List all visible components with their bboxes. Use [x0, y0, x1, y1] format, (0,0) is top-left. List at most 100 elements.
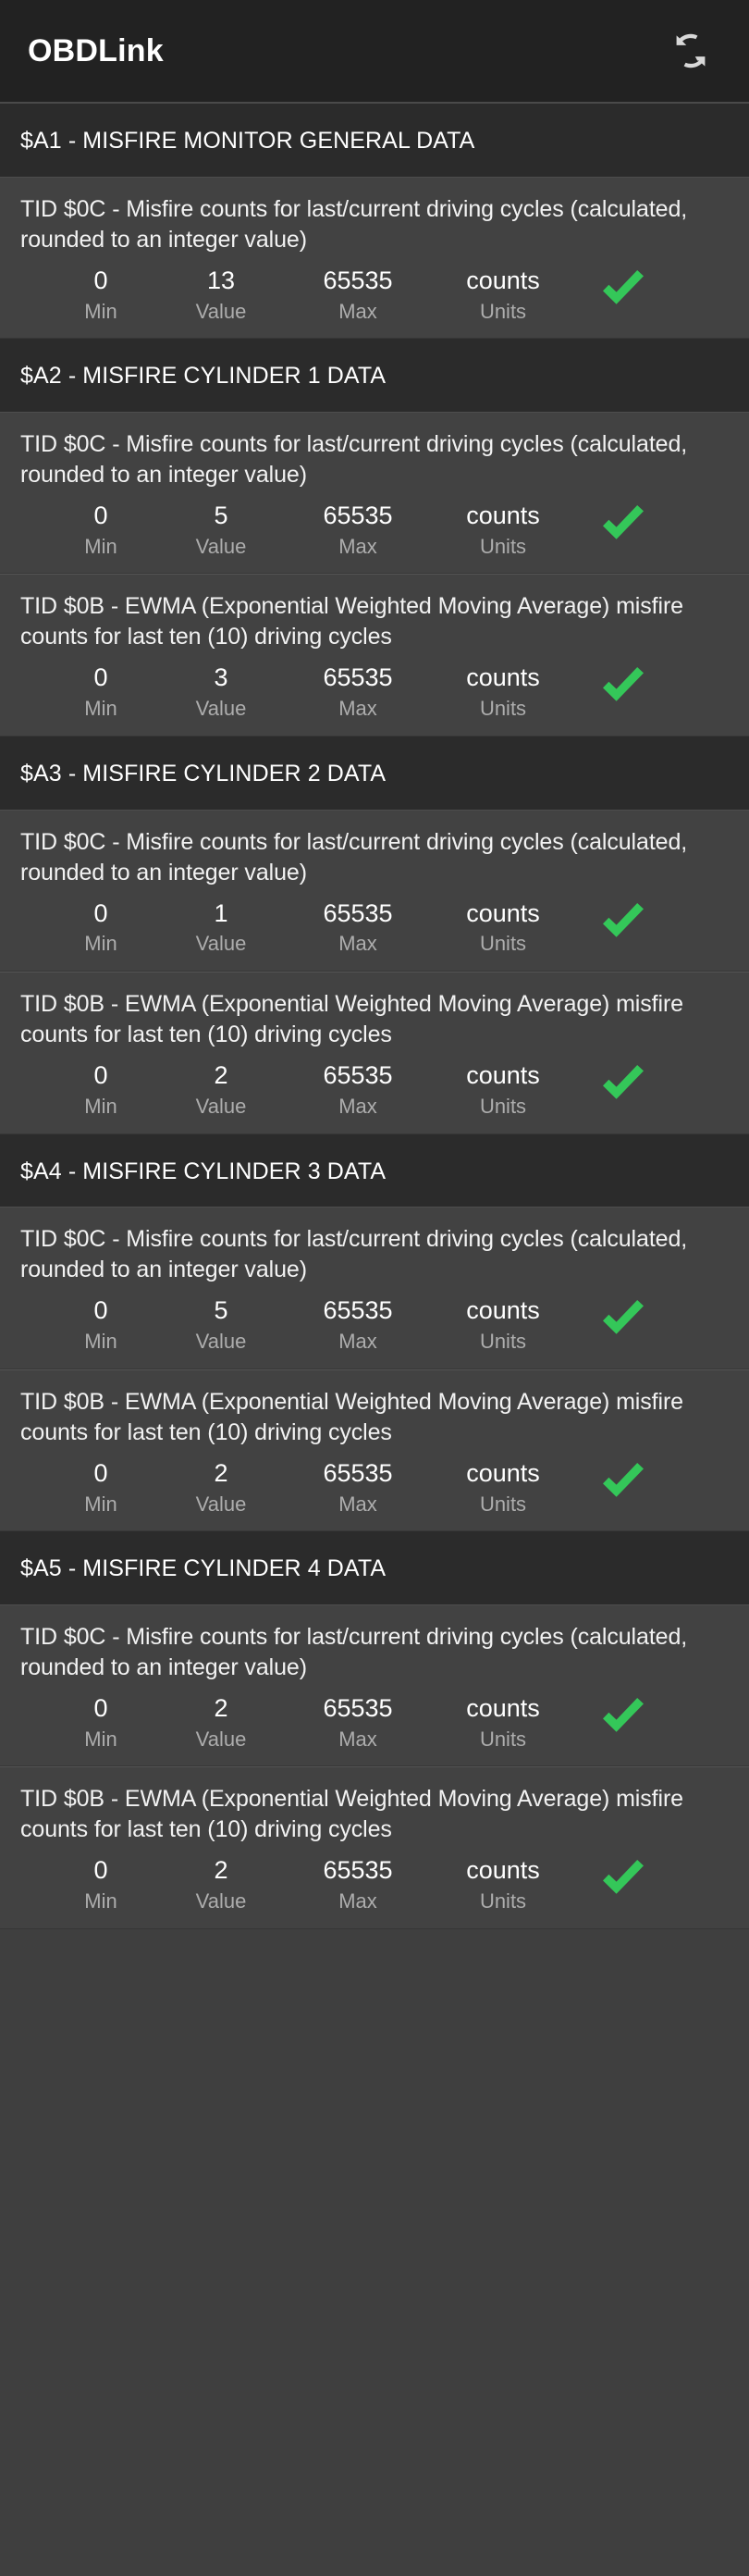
current-value: 13 — [206, 266, 236, 294]
status-cell — [573, 1296, 729, 1341]
units-value: counts — [466, 1458, 540, 1487]
metric-value: 2 Value — [161, 1459, 281, 1517]
min-label: Min — [84, 1889, 117, 1913]
metric-value: 1 Value — [161, 899, 281, 958]
parameter-row[interactable]: TID $0C - Misfire counts for last/curren… — [0, 176, 749, 340]
units-value: counts — [466, 266, 540, 294]
min-label: Min — [84, 1492, 117, 1516]
status-cell — [573, 1856, 729, 1901]
parameter-row[interactable]: TID $0B - EWMA (Exponential Weighted Mov… — [0, 1368, 749, 1532]
metric-min: 0 Min — [46, 502, 155, 560]
min-value: 0 — [93, 501, 108, 529]
max-value: 65535 — [323, 1061, 393, 1090]
parameter-row[interactable]: TID $0B - EWMA (Exponential Weighted Mov… — [0, 574, 749, 737]
status-cell — [573, 1694, 729, 1739]
metric-min: 0 Min — [46, 899, 155, 958]
units-label: Units — [479, 1889, 527, 1913]
metric-min: 0 Min — [46, 1856, 155, 1914]
units-label: Units — [479, 932, 527, 956]
metric-units: counts Units — [433, 1296, 573, 1355]
obdlink-app-screen: OBDLink $A1 - MISFIRE MONITOR GENERAL DA… — [0, 0, 749, 2576]
parameter-metrics: 0 Min 2 Value 65535 Max counts Units — [20, 1059, 729, 1120]
units-value: counts — [466, 1856, 540, 1885]
min-label: Min — [84, 697, 117, 721]
status-cell — [573, 1459, 729, 1504]
value-label: Value — [195, 932, 247, 956]
parameter-description: TID $0C - Misfire counts for last/curren… — [20, 430, 688, 488]
parameter-row[interactable]: TID $0C - Misfire counts for last/curren… — [0, 411, 749, 575]
units-value: counts — [466, 663, 540, 692]
check-icon — [597, 504, 649, 546]
current-value: 2 — [214, 1458, 228, 1487]
parameter-description: TID $0C - Misfire counts for last/curren… — [20, 1623, 688, 1680]
max-value: 65535 — [323, 898, 393, 927]
check-icon — [597, 269, 649, 311]
max-value: 65535 — [323, 663, 393, 692]
units-label: Units — [479, 1330, 527, 1354]
value-label: Value — [195, 1889, 247, 1913]
parameter-metrics: 0 Min 13 Value 65535 Max counts Units — [20, 265, 729, 325]
metric-value: 5 Value — [161, 502, 281, 560]
metric-value: 2 Value — [161, 1694, 281, 1752]
parameter-row[interactable]: TID $0C - Misfire counts for last/curren… — [0, 1207, 749, 1369]
metric-max: 65535 Max — [289, 899, 427, 958]
metric-units: counts Units — [433, 1694, 573, 1752]
parameter-description: TID $0B - EWMA (Exponential Weighted Mov… — [20, 1388, 683, 1445]
section-header: $A2 - MISFIRE CYLINDER 1 DATA — [0, 339, 749, 412]
metric-value: 5 Value — [161, 1296, 281, 1355]
min-label: Min — [84, 932, 117, 956]
metric-units: counts Units — [433, 1459, 573, 1517]
max-label: Max — [338, 1492, 377, 1516]
parameter-description: TID $0C - Misfire counts for last/curren… — [20, 195, 688, 253]
check-icon — [597, 1697, 649, 1739]
min-value: 0 — [93, 1693, 108, 1722]
status-cell — [573, 502, 729, 546]
parameter-description: TID $0B - EWMA (Exponential Weighted Mov… — [20, 593, 683, 650]
metric-min: 0 Min — [46, 663, 155, 722]
max-label: Max — [338, 932, 377, 956]
sections-list: $A1 - MISFIRE MONITOR GENERAL DATA TID $0… — [0, 104, 749, 1929]
status-cell — [573, 663, 729, 708]
parameter-metrics: 0 Min 2 Value 65535 Max counts Units — [20, 1457, 729, 1517]
current-value: 2 — [214, 1856, 228, 1885]
check-icon — [597, 902, 649, 944]
max-label: Max — [338, 299, 377, 323]
check-icon — [597, 1860, 649, 1901]
metric-min: 0 Min — [46, 1061, 155, 1120]
parameter-row[interactable]: TID $0B - EWMA (Exponential Weighted Mov… — [0, 1766, 749, 1929]
current-value: 5 — [214, 1296, 228, 1325]
metric-units: counts Units — [433, 1061, 573, 1120]
parameter-row[interactable]: TID $0B - EWMA (Exponential Weighted Mov… — [0, 972, 749, 1134]
check-icon — [597, 1300, 649, 1341]
units-value: counts — [466, 1296, 540, 1325]
max-label: Max — [338, 1330, 377, 1354]
parameter-row[interactable]: TID $0C - Misfire counts for last/curren… — [0, 1604, 749, 1767]
current-value: 3 — [214, 663, 228, 692]
parameter-metrics: 0 Min 5 Value 65535 Max counts Units — [20, 500, 729, 560]
metric-max: 65535 Max — [289, 663, 427, 722]
parameter-row[interactable]: TID $0C - Misfire counts for last/curren… — [0, 809, 749, 972]
units-label: Units — [479, 534, 527, 558]
value-label: Value — [195, 1492, 247, 1516]
max-value: 65535 — [323, 1458, 393, 1487]
app-title: OBDLink — [28, 33, 164, 68]
metric-min: 0 Min — [46, 1694, 155, 1752]
metric-max: 65535 Max — [289, 1061, 427, 1120]
value-label: Value — [195, 1330, 247, 1354]
refresh-icon[interactable] — [664, 24, 718, 78]
units-value: counts — [466, 501, 540, 529]
parameter-description: TID $0C - Misfire counts for last/curren… — [20, 1226, 688, 1283]
max-label: Max — [338, 697, 377, 721]
parameter-metrics: 0 Min 2 Value 65535 Max counts Units — [20, 1854, 729, 1914]
status-cell — [573, 1061, 729, 1106]
value-label: Value — [195, 299, 247, 323]
section-header: $A5 - MISFIRE CYLINDER 4 DATA — [0, 1531, 749, 1604]
check-icon — [597, 1462, 649, 1504]
max-label: Max — [338, 1889, 377, 1913]
current-value: 5 — [214, 501, 228, 529]
parameter-description: TID $0B - EWMA (Exponential Weighted Mov… — [20, 991, 683, 1048]
value-label: Value — [195, 534, 247, 558]
min-value: 0 — [93, 898, 108, 927]
min-value: 0 — [93, 1856, 108, 1885]
max-value: 65535 — [323, 501, 393, 529]
